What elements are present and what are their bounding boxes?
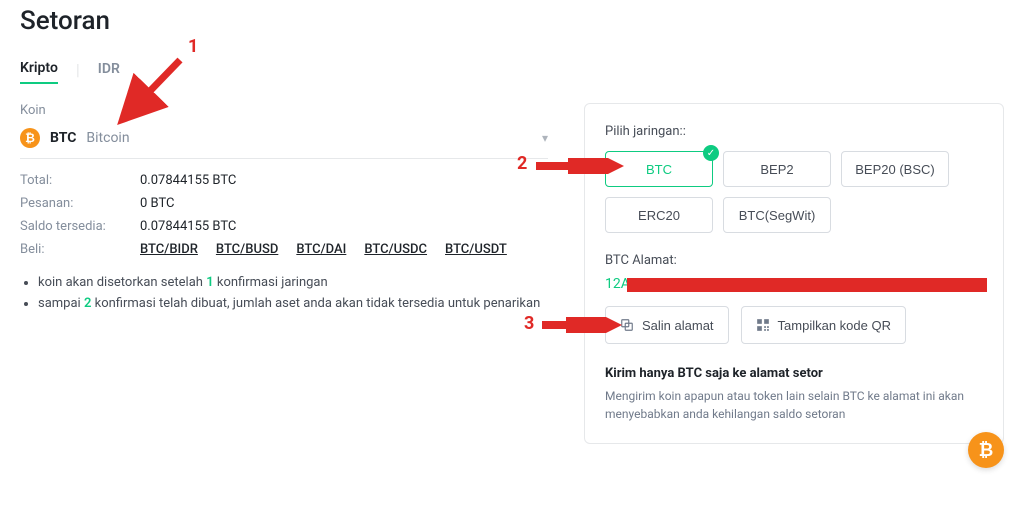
coin-label: Koin — [20, 103, 548, 118]
copy-address-button[interactable]: Salin alamat — [605, 306, 729, 344]
show-qr-button[interactable]: Tampilkan kode QR — [741, 306, 906, 344]
tab-bar: Kripto | IDR — [20, 54, 1004, 85]
pair-link[interactable]: BTC/BUSD — [216, 242, 278, 257]
network-option-bep2[interactable]: BEP2 — [723, 151, 831, 187]
pesanan-value: 0 BTC — [140, 196, 548, 211]
network-option-btc[interactable]: BTC ✓ — [605, 151, 713, 187]
saldo-value: 0.07844155 BTC — [140, 219, 548, 234]
deposit-address[interactable]: 12A — [605, 276, 983, 292]
tab-divider: | — [76, 60, 80, 79]
pair-link[interactable]: BTC/BIDR — [140, 242, 198, 257]
saldo-label: Saldo tersedia: — [20, 219, 140, 234]
address-redaction — [627, 278, 987, 292]
note-item: sampai 2 konfirmasi telah dibuat, jumlah… — [38, 296, 548, 311]
tab-kripto[interactable]: Kripto — [20, 54, 58, 84]
note-text: konfirmasi jaringan — [214, 275, 328, 290]
network-option-erc20[interactable]: ERC20 — [605, 197, 713, 233]
beli-label: Beli: — [20, 242, 140, 257]
warning-text: Mengirim koin apapun atau token lain sel… — [605, 387, 983, 423]
network-label: Pilih jaringan:: — [605, 124, 983, 139]
buy-pairs: BTC/BIDR BTC/BUSD BTC/DAI BTC/USDC BTC/U… — [140, 242, 548, 257]
btc-icon: ₿ — [20, 128, 40, 148]
total-label: Total: — [20, 173, 140, 188]
coin-symbol: BTC — [50, 130, 76, 146]
note-highlight: 1 — [206, 275, 213, 290]
deposit-notes: koin akan disetorkan setelah 1 konfirmas… — [20, 275, 548, 311]
check-icon: ✓ — [703, 145, 719, 161]
copy-icon — [620, 318, 634, 332]
coin-name: Bitcoin — [86, 130, 129, 146]
copy-address-label: Salin alamat — [642, 318, 714, 333]
qr-icon — [756, 318, 770, 332]
network-option-bep20[interactable]: BEP20 (BSC) — [841, 151, 949, 187]
chevron-down-icon: ▾ — [542, 131, 548, 145]
tab-idr[interactable]: IDR — [98, 55, 120, 83]
network-option-segwit[interactable]: BTC(SegWit) — [723, 197, 831, 233]
note-text: sampai — [38, 296, 84, 311]
address-label: BTC Alamat: — [605, 253, 983, 268]
warning-title: Kirim hanya BTC saja ke alamat setor — [605, 366, 983, 381]
note-text: koin akan disetorkan setelah — [38, 275, 206, 290]
coin-selector[interactable]: ₿ BTC Bitcoin ▾ — [20, 128, 548, 159]
pair-link[interactable]: BTC/USDC — [364, 242, 427, 257]
deposit-panel: Pilih jaringan:: BTC ✓ BEP2 BEP20 (BSC) … — [584, 103, 1004, 444]
pair-link[interactable]: BTC/DAI — [296, 242, 346, 257]
pair-link[interactable]: BTC/USDT — [445, 242, 507, 257]
total-value: 0.07844155 BTC — [140, 173, 548, 188]
note-item: koin akan disetorkan setelah 1 konfirmas… — [38, 275, 548, 290]
page-title: Setoran — [20, 6, 1004, 36]
btc-float-badge[interactable]: ₿ — [968, 432, 1004, 468]
network-option-label: BTC — [646, 162, 672, 177]
show-qr-label: Tampilkan kode QR — [778, 318, 891, 333]
pesanan-label: Pesanan: — [20, 196, 140, 211]
note-text: konfirmasi telah dibuat, jumlah aset and… — [91, 296, 540, 311]
